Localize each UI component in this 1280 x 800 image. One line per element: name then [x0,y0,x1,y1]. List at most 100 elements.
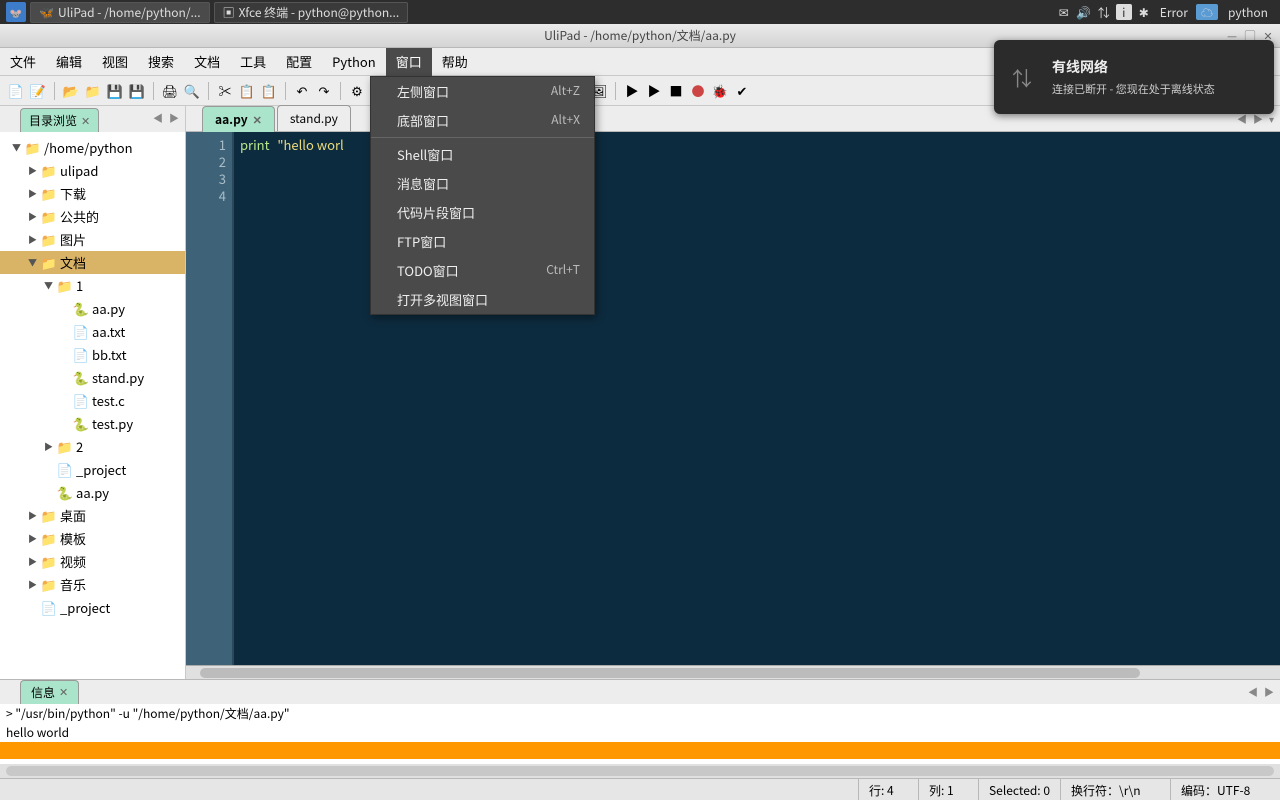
folder-icon: 📁 [40,552,58,571]
new-file-icon[interactable]: 📄 [6,81,26,101]
weather-icon[interactable]: ☁ [1196,4,1218,20]
taskbar-label: UliPad - /home/python/... [58,4,201,21]
tree-item[interactable]: ▶📁视频 [0,550,185,573]
tree-item[interactable]: 🐍test.py [0,412,185,435]
tree-item[interactable]: 📄aa.txt [0,320,185,343]
prev-icon[interactable]: ◀ [1248,684,1258,699]
tree-item[interactable]: ▼📁/home/python [0,136,185,159]
horizontal-scrollbar[interactable] [0,764,1280,778]
stop-icon[interactable]: ■ [666,81,686,101]
new-file-alt-icon[interactable]: 📝 [28,81,48,101]
tree-item[interactable]: ▶📁公共的 [0,205,185,228]
console-output[interactable]: > "/usr/bin/python" -u "/home/python/文档/… [0,704,1280,764]
menu-帮助[interactable]: 帮助 [432,47,478,76]
tree-item[interactable]: 📄_project [0,596,185,619]
prev-icon[interactable]: ◀ [153,110,163,125]
error-label[interactable]: Error [1156,4,1192,21]
folder-icon: 📁 [40,575,58,594]
menu-item[interactable]: 左侧窗口Alt+Z [371,77,594,106]
undo-icon[interactable]: ↶ [292,81,312,101]
config-icon[interactable]: ⚙ [347,81,367,101]
taskbar-app-terminal[interactable]: ▣ Xfce 终端 - python@python... [214,2,409,23]
open-icon[interactable]: 📂 [61,81,81,101]
sidebar-tab-directory[interactable]: 目录浏览 ✕ [20,108,99,132]
tree-item[interactable]: 📄_project [0,458,185,481]
xfce-menu-icon[interactable]: 🐭 [6,2,26,22]
file-tree[interactable]: ▼📁/home/python▶📁ulipad▶📁下载▶📁公共的▶📁图片▼📁文档▼… [0,132,185,679]
paste-icon[interactable]: 📋 [259,81,279,101]
menu-item[interactable]: 代码片段窗口 [371,198,594,227]
menu-item[interactable]: 消息窗口 [371,169,594,198]
save-icon[interactable]: 💾 [105,81,125,101]
tree-item[interactable]: ▶📁模板 [0,527,185,550]
tree-item[interactable]: 📄test.c [0,389,185,412]
tree-item[interactable]: 🐍aa.py [0,481,185,504]
close-icon[interactable]: ✕ [253,112,262,128]
editor-tab[interactable]: aa.py✕ [202,106,275,132]
next-icon[interactable]: ▶ [1264,684,1274,699]
tree-item[interactable]: ▶📁音乐 [0,573,185,596]
network-notification[interactable]: ⇅ 有线网络 连接已断开 - 您现在处于离线状态 [994,40,1274,114]
menu-item[interactable]: FTP窗口 [371,227,594,256]
bluetooth-icon[interactable]: ✱ [1136,4,1152,20]
menu-文件[interactable]: 文件 [0,47,46,76]
menu-配置[interactable]: 配置 [276,47,322,76]
tree-item[interactable]: ▶📁下载 [0,182,185,205]
copy-icon[interactable]: 📋 [237,81,257,101]
taskbar-app-ulipad[interactable]: 🦋 UliPad - /home/python/... [30,2,210,23]
editor-area: aa.py✕stand.py ◀ ▶ ▾ 1234 print "hello w… [186,106,1280,679]
run-icon[interactable]: ▶ [622,81,642,101]
print-preview-icon[interactable]: 🔍 [182,81,202,101]
folder-icon: 📁 [40,230,58,249]
menu-视图[interactable]: 视图 [92,47,138,76]
close-icon[interactable]: ✕ [59,684,68,701]
check-icon[interactable]: ✔ [732,81,752,101]
menu-Python[interactable]: Python [322,47,386,76]
code-editor[interactable]: 1234 print "hello worl [186,132,1280,665]
tree-item[interactable]: ▶📁ulipad [0,159,185,182]
mail-icon[interactable]: ✉ [1056,4,1072,20]
tree-item[interactable]: 📄bb.txt [0,343,185,366]
tree-item[interactable]: ▶📁图片 [0,228,185,251]
editor-tab[interactable]: stand.py [277,105,351,131]
folder-icon: 📁 [40,506,58,525]
menu-编辑[interactable]: 编辑 [46,47,92,76]
info-tab[interactable]: 信息 ✕ [20,680,79,704]
tree-item[interactable]: 🐍stand.py [0,366,185,389]
horizontal-scrollbar[interactable] [186,665,1280,679]
menu-item[interactable]: 底部窗口Alt+X [371,106,594,135]
close-icon[interactable]: ✕ [81,113,90,129]
menu-搜索[interactable]: 搜索 [138,47,184,76]
volume-icon[interactable]: 🔊 [1076,4,1092,20]
save-all-icon[interactable]: 💾 [127,81,147,101]
tree-item[interactable]: ▶📁2 [0,435,185,458]
print-icon[interactable]: 🖨 [160,81,180,101]
menu-item[interactable]: Shell窗口 [371,140,594,169]
next-icon[interactable]: ▶ [169,110,179,125]
butterfly-icon: 🦋 [39,4,54,21]
sidebar-tab-label: 目录浏览 [29,112,77,129]
menu-工具[interactable]: 工具 [230,47,276,76]
txtfile-icon: 📄 [40,598,58,617]
user-label[interactable]: python [1222,4,1274,21]
tree-item[interactable]: 🐍aa.py [0,297,185,320]
tree-item[interactable]: ▼📁1 [0,274,185,297]
doc-icon[interactable]: ● [688,81,708,101]
network-icon[interactable]: ⇅ [1096,4,1112,20]
info-icon[interactable]: i [1116,4,1132,20]
run-args-icon[interactable]: ▶ [644,81,664,101]
menu-窗口[interactable]: 窗口 [386,47,432,76]
menu-item[interactable]: 打开多视图窗口 [371,285,594,314]
menu-item[interactable]: TODO窗口Ctrl+T [371,256,594,285]
info-tab-label: 信息 [31,684,55,701]
pyfile-icon: 🐍 [72,414,90,433]
tree-item[interactable]: ▼📁文档 [0,251,185,274]
tree-item[interactable]: ▶📁桌面 [0,504,185,527]
string: "hello worl [277,135,343,154]
status-selected: Selected: 0 [978,779,1060,800]
cut-icon[interactable]: ✂ [215,81,235,101]
redo-icon[interactable]: ↷ [314,81,334,101]
menu-文档[interactable]: 文档 [184,47,230,76]
open-alt-icon[interactable]: 📁 [83,81,103,101]
debug-icon[interactable]: 🐞 [710,81,730,101]
